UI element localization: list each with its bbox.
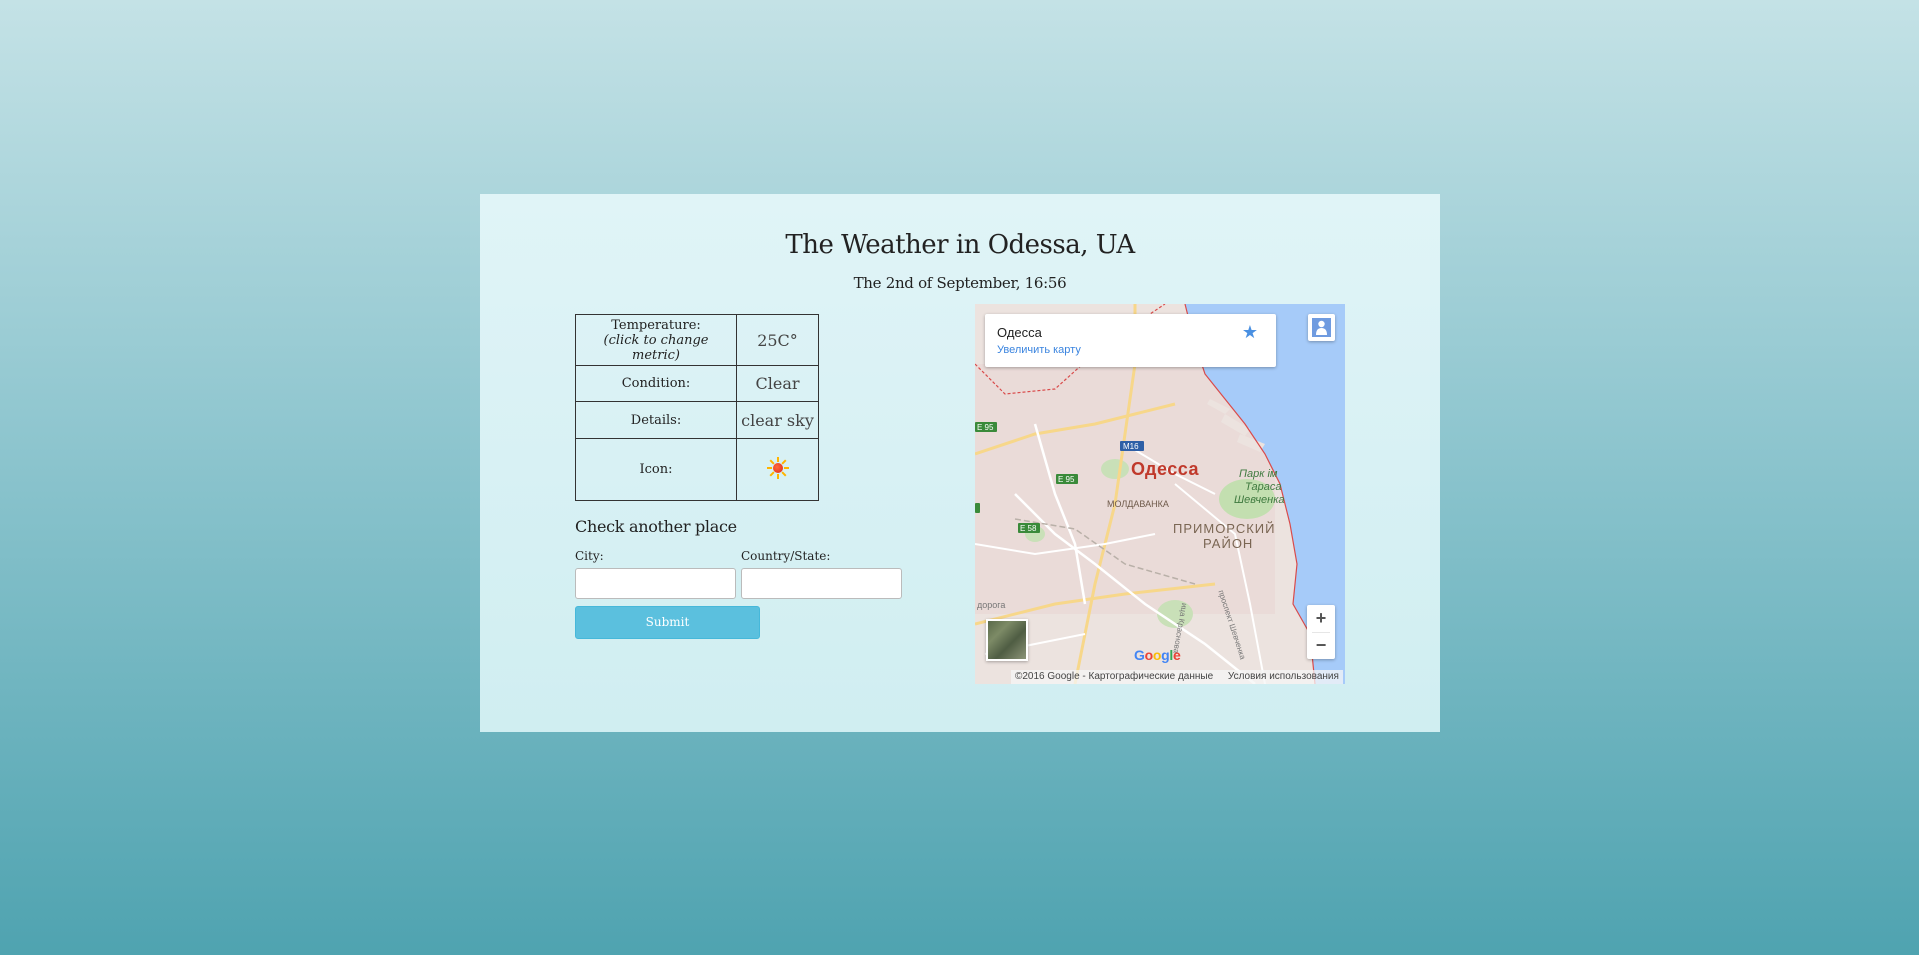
condition-label: Condition:	[575, 365, 737, 402]
map-park-label-2: Тараса	[1245, 481, 1282, 493]
map-moldavanka-label: МОЛДАВАНКА	[1107, 499, 1169, 509]
enlarge-map-link[interactable]: Увеличить карту	[997, 344, 1081, 356]
details-value: clear sky	[736, 401, 819, 439]
main-panel: The Weather in Odessa, UA The 2nd of Sep…	[480, 194, 1440, 732]
road-badge-e58: E 58	[1020, 524, 1037, 533]
temperature-label-cell[interactable]: Temperature: (click to change metric)	[575, 314, 737, 366]
map-park-label-3: Шевченка	[1234, 494, 1285, 506]
submit-button[interactable]: Submit	[575, 606, 760, 639]
google-map[interactable]: E 95 E 95 M16 E 58 Одесса МОЛДАВАНКА ПРИ…	[975, 304, 1345, 684]
details-label: Details:	[575, 401, 737, 439]
map-road-label: дорога	[977, 600, 1006, 610]
icon-label: Icon:	[575, 438, 737, 501]
temperature-value[interactable]: 25C°	[736, 314, 819, 366]
star-icon[interactable]: ★	[1242, 322, 1258, 343]
terms-of-use-link[interactable]: Условия использования	[1228, 671, 1339, 682]
date-time: The 2nd of September, 16:56	[853, 274, 1067, 292]
road-badge-e95-1: E 95	[977, 423, 994, 432]
table-row-temperature: Temperature: (click to change metric) 25…	[575, 314, 819, 366]
country-label: Country/State:	[741, 549, 831, 563]
place-name: Одесса	[997, 325, 1042, 340]
map-district-label: ПРИМОРСКИЙ	[1173, 521, 1276, 536]
table-row-condition: Condition: Clear	[575, 365, 819, 402]
google-logo[interactable]: Google	[1134, 647, 1181, 663]
map-attribution: ©2016 Google - Картографические данные У…	[1011, 670, 1343, 684]
street-view-pegman-button[interactable]	[1308, 314, 1335, 341]
check-another-place-heading: Check another place	[575, 517, 737, 536]
city-input[interactable]	[575, 568, 736, 599]
table-row-icon: Icon:	[575, 438, 819, 501]
page-title: The Weather in Odessa, UA	[785, 230, 1135, 260]
zoom-control: + −	[1307, 605, 1335, 659]
temperature-hint: (click to change metric)	[603, 332, 709, 363]
map-data-credit[interactable]: ©2016 Google - Картографические данные	[1015, 671, 1213, 682]
temperature-label: Temperature:	[611, 317, 701, 333]
city-label: City:	[575, 549, 604, 563]
condition-value: Clear	[736, 365, 819, 402]
map-district-label-2: РАЙОН	[1203, 536, 1254, 551]
map-park-label: Парк ім	[1239, 468, 1278, 480]
table-row-details: Details: clear sky	[575, 401, 819, 439]
zoom-in-button[interactable]: +	[1307, 605, 1335, 632]
pegman-icon	[1312, 318, 1331, 337]
weather-table: Temperature: (click to change metric) 25…	[575, 314, 819, 501]
road-badge-e95-2: E 95	[1058, 475, 1075, 484]
map-city-label: Одесса	[1131, 459, 1200, 479]
satellite-toggle-button[interactable]	[986, 619, 1028, 661]
country-input[interactable]	[741, 568, 902, 599]
icon-value-cell	[736, 438, 819, 501]
road-badge-m16: M16	[1123, 442, 1139, 451]
place-info-card: Одесса Увеличить карту ★	[985, 314, 1276, 367]
zoom-out-button[interactable]: −	[1307, 633, 1335, 659]
sun-icon	[766, 456, 789, 479]
